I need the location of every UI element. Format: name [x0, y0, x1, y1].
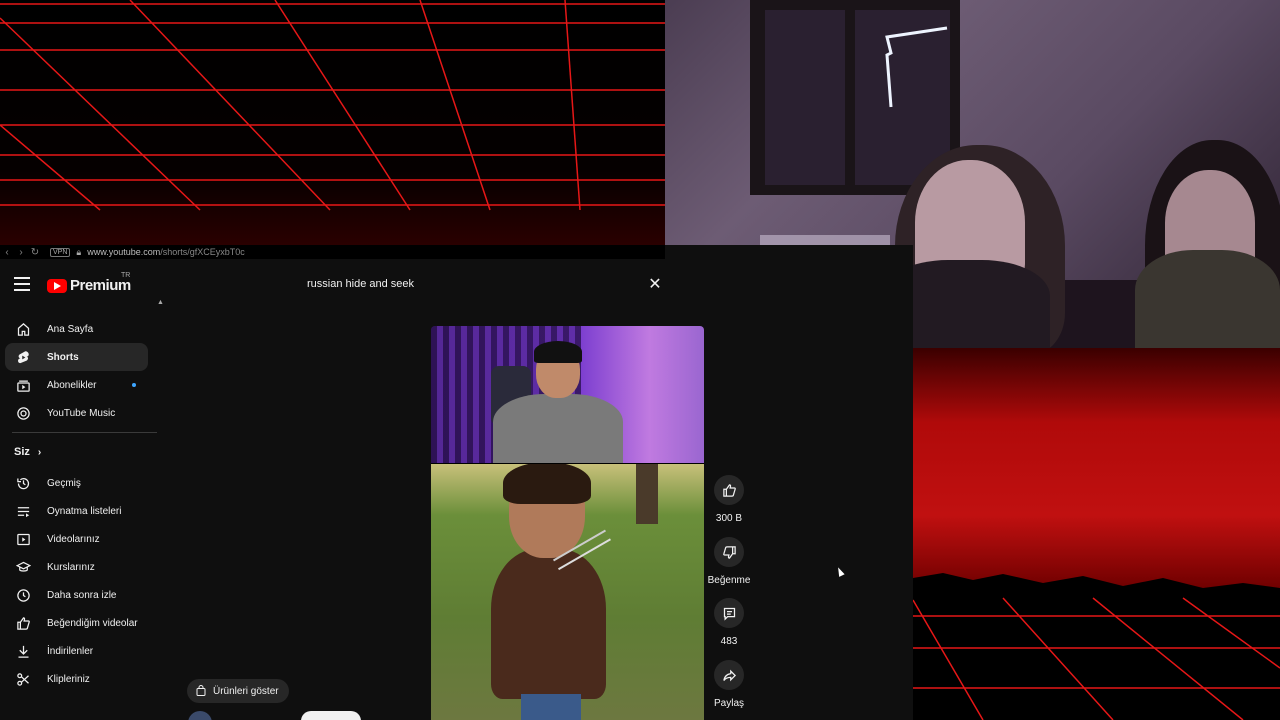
- character-jeans: [521, 694, 581, 720]
- browser-window: ‹ › ↻ VPN 🔒︎ www.youtube.com/shorts/gfXC…: [0, 245, 913, 720]
- sidebar-item-home[interactable]: Ana Sayfa: [5, 315, 148, 343]
- close-icon[interactable]: ✕: [645, 274, 665, 294]
- comments-action[interactable]: 483: [704, 598, 754, 647]
- dislike-button[interactable]: [714, 537, 744, 567]
- sidebar-item-downloads[interactable]: İndirilenler: [5, 637, 148, 665]
- show-products-button[interactable]: Ürünleri göster: [187, 679, 289, 703]
- red-grid-graphic: [913, 573, 1280, 720]
- playlists-icon: [15, 503, 31, 519]
- youtube-premium-logo[interactable]: Premium TR: [47, 272, 131, 294]
- sidebar-item-playlists[interactable]: Oynatma listeleri: [5, 497, 148, 525]
- url-path[interactable]: /shorts/gfXCEyxbT0c: [160, 247, 245, 257]
- sidebar-item-label: Kurslarınız: [47, 561, 95, 573]
- comment-icon: [723, 607, 735, 621]
- sidebar: Ana Sayfa Shorts Abonelikler YouTube Mus…: [0, 315, 160, 720]
- led-strip-graphic: [885, 26, 948, 108]
- sidebar-item-history[interactable]: Geçmiş: [5, 469, 148, 497]
- search-box[interactable]: ✕: [298, 273, 665, 295]
- sidebar-item-shorts[interactable]: Shorts: [5, 343, 148, 371]
- masthead: Premium TR ✕: [0, 269, 913, 301]
- comments-button[interactable]: [714, 598, 744, 628]
- window-pane: [765, 10, 845, 185]
- address-bar: ‹ › ↻ VPN 🔒︎ www.youtube.com/shorts/gfXC…: [0, 245, 665, 259]
- share-action[interactable]: Paylaş: [704, 660, 754, 709]
- your-videos-icon: [15, 531, 31, 547]
- chevron-right-icon: ›: [37, 446, 42, 458]
- tree-graphic: [636, 464, 658, 524]
- home-icon: [15, 321, 31, 337]
- reload-icon[interactable]: ↻: [28, 247, 42, 258]
- show-products-label: Ürünleri göster: [213, 685, 279, 697]
- subscribe-button[interactable]: [301, 711, 361, 720]
- streamer-hair: [534, 341, 582, 363]
- like-button[interactable]: [714, 475, 744, 505]
- sidebar-item-label: Abonelikler: [47, 379, 97, 391]
- sidebar-item-label: Klipleriniz: [47, 673, 90, 685]
- share-label: Paylaş: [713, 698, 744, 709]
- watch-later-icon: [15, 587, 31, 603]
- logo-text: Premium: [70, 277, 131, 294]
- country-code: TR: [121, 272, 131, 279]
- red-grid-graphic: [0, 0, 665, 211]
- streamer-body: [493, 394, 623, 463]
- sidebar-item-clips[interactable]: Klipleriniz: [5, 665, 148, 693]
- comment-count: 483: [720, 636, 738, 647]
- history-icon: [15, 475, 31, 491]
- sidebar-divider: [12, 432, 157, 433]
- back-icon[interactable]: ‹: [0, 247, 14, 258]
- share-icon: [722, 669, 736, 681]
- sidebar-item-label: Beğendiğim videolar: [47, 617, 138, 629]
- dislike-label: Beğenme: [707, 575, 751, 586]
- background-grid-bottom: [913, 348, 1280, 720]
- channel-avatar[interactable]: [188, 711, 212, 720]
- character-hair: [503, 464, 591, 504]
- sidebar-item-label: YouTube Music: [47, 407, 116, 419]
- sidebar-item-label: Videolarınız: [47, 533, 100, 545]
- person-right-body: [1135, 250, 1280, 348]
- shorts-icon: [15, 349, 31, 365]
- youtube-play-icon: [47, 278, 67, 293]
- new-content-dot: [132, 383, 136, 387]
- vpn-badge[interactable]: VPN: [50, 247, 71, 257]
- search-input[interactable]: [298, 278, 645, 290]
- url-host[interactable]: www.youtube.com: [87, 247, 160, 257]
- forward-icon[interactable]: ›: [14, 247, 28, 258]
- section-title: Siz: [14, 446, 30, 458]
- sidebar-item-label: Daha sonra izle: [47, 589, 117, 601]
- liked-videos-icon: [15, 615, 31, 631]
- courses-icon: [15, 559, 31, 575]
- scissors-icon: [15, 671, 31, 687]
- subscriptions-icon: [15, 377, 31, 393]
- scroll-up-icon[interactable]: ▲: [157, 299, 164, 306]
- share-button[interactable]: [714, 660, 744, 690]
- sidebar-item-subscriptions[interactable]: Abonelikler: [5, 371, 148, 399]
- sidebar-item-label: Shorts: [47, 351, 79, 363]
- sidebar-item-watch-later[interactable]: Daha sonra izle: [5, 581, 148, 609]
- sidebar-item-label: İndirilenler: [47, 645, 94, 657]
- streamer-video-pane: [431, 326, 704, 463]
- lock-icon[interactable]: 🔒︎: [76, 247, 81, 258]
- youtube-music-icon: [15, 405, 31, 421]
- like-action[interactable]: 300 B: [704, 475, 754, 524]
- sidebar-item-label: Oynatma listeleri: [47, 505, 122, 517]
- thumbs-up-icon: [722, 483, 736, 497]
- sidebar-item-youtube-music[interactable]: YouTube Music: [5, 399, 148, 427]
- sidebar-item-liked-videos[interactable]: Beğendiğim videolar: [5, 609, 148, 637]
- short-video-player[interactable]: [431, 326, 704, 720]
- menu-icon[interactable]: [14, 277, 30, 291]
- shopping-bag-icon: [196, 685, 206, 696]
- clip-video-pane: [431, 464, 704, 720]
- sidebar-item-label: Ana Sayfa: [47, 323, 94, 335]
- sidebar-section-you[interactable]: Siz ›: [14, 446, 41, 458]
- thumbs-down-icon: [722, 545, 736, 559]
- dislike-action[interactable]: Beğenme: [704, 537, 754, 586]
- sidebar-item-label: Geçmiş: [47, 477, 81, 489]
- background-grid-top: [0, 0, 665, 245]
- downloads-icon: [15, 643, 31, 659]
- sidebar-item-your-videos[interactable]: Videolarınız: [5, 525, 148, 553]
- sidebar-item-courses[interactable]: Kurslarınız: [5, 553, 148, 581]
- like-count: 300 B: [715, 513, 743, 524]
